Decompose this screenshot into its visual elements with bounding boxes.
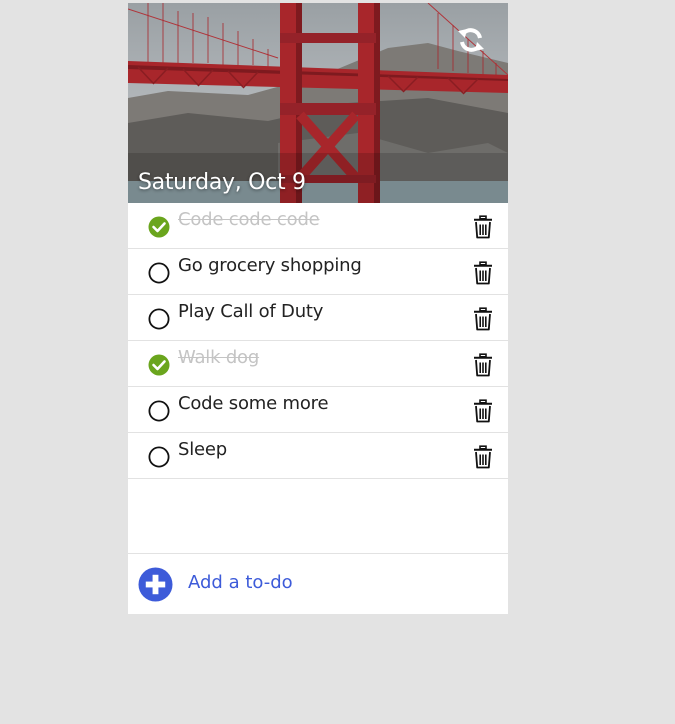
trash-icon[interactable]: [472, 399, 494, 423]
header-banner: Saturday, Oct 9: [128, 3, 508, 203]
empty-circle-icon[interactable]: [148, 262, 170, 284]
refresh-icon[interactable]: [456, 25, 486, 55]
trash-icon[interactable]: [472, 215, 494, 239]
add-todo-label[interactable]: Add a to-do: [188, 572, 293, 593]
todo-text: Walk dog: [178, 347, 260, 368]
todo-item[interactable]: Play Call of Duty: [128, 295, 508, 341]
todo-text: Sleep: [178, 439, 228, 460]
todo-text: Code some more: [178, 393, 329, 414]
trash-icon[interactable]: [472, 445, 494, 469]
todo-text: Code code code: [178, 209, 320, 230]
todo-item[interactable]: Sleep: [128, 433, 508, 479]
todo-item[interactable]: Code code code: [128, 203, 508, 249]
date-heading: Saturday, Oct 9: [138, 170, 306, 195]
trash-icon[interactable]: [472, 261, 494, 285]
todo-text: Play Call of Duty: [178, 301, 324, 322]
todo-item[interactable]: Code some more: [128, 387, 508, 433]
plus-circle-icon[interactable]: [138, 567, 173, 602]
todo-item[interactable]: Go grocery shopping: [128, 249, 508, 295]
trash-icon[interactable]: [472, 353, 494, 377]
empty-circle-icon[interactable]: [148, 308, 170, 330]
empty-circle-icon[interactable]: [148, 446, 170, 468]
todo-list: Code code code Go grocery shopping Play Ca…: [128, 203, 508, 479]
trash-icon[interactable]: [472, 307, 494, 331]
add-todo-bar[interactable]: Add a to-do: [128, 553, 508, 615]
todo-item[interactable]: Walk dog: [128, 341, 508, 387]
checkmark-circle-icon[interactable]: [148, 216, 170, 238]
checkmark-circle-icon[interactable]: [148, 354, 170, 376]
empty-circle-icon[interactable]: [148, 400, 170, 422]
todo-card: Saturday, Oct 9 Code code code Go grocery…: [128, 3, 508, 614]
todo-text: Go grocery shopping: [178, 255, 362, 276]
